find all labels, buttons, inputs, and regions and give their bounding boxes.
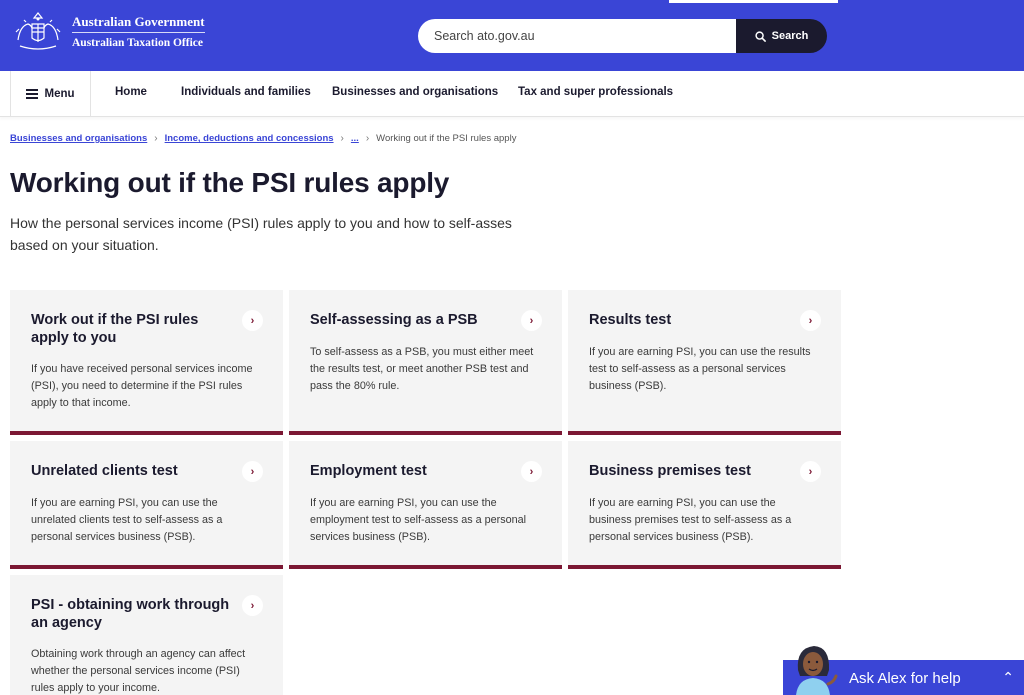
card-description: If you have received personal services i…: [31, 363, 253, 409]
search-form: Search: [418, 19, 827, 53]
hamburger-icon: [26, 89, 39, 99]
breadcrumb: Businesses and organisations › Income, d…: [10, 133, 516, 144]
breadcrumb-income-deductions[interactable]: Income, deductions and concessions: [165, 133, 334, 144]
menu-button[interactable]: Menu: [10, 71, 91, 117]
chevron-right-icon: ›: [800, 461, 821, 482]
logo-line-government: Australian Government: [72, 14, 205, 33]
ask-alex-label: Ask Alex for help: [849, 670, 961, 687]
card-title: Results test: [589, 312, 672, 328]
main-nav: Menu Home Individuals and families Busin…: [0, 71, 1024, 117]
site-header: Australian Government Australian Taxatio…: [0, 0, 1024, 71]
active-tab-indicator: [669, 0, 838, 3]
nav-individuals-and-families[interactable]: Individuals and families: [181, 86, 311, 98]
breadcrumb-separator: ›: [365, 133, 370, 144]
chevron-right-icon: ›: [242, 595, 263, 616]
breadcrumb-ellipsis[interactable]: ...: [351, 133, 359, 144]
card-description: To self-assess as a PSB, you must either…: [310, 346, 534, 392]
card-description: If you are earning PSI, you can use the …: [310, 497, 527, 543]
chevron-right-icon: ›: [242, 461, 263, 482]
breadcrumb-separator: ›: [340, 133, 344, 144]
card-psi-agency[interactable]: PSI - obtaining work through an agency O…: [10, 575, 283, 695]
breadcrumb-businesses[interactable]: Businesses and organisations: [10, 133, 147, 144]
nav-businesses-and-organisations[interactable]: Businesses and organisations: [332, 86, 498, 98]
card-business-premises-test[interactable]: Business premises test If you are earnin…: [568, 441, 841, 569]
card-description: Obtaining work through an agency can aff…: [31, 648, 246, 694]
nav-home[interactable]: Home: [115, 86, 147, 98]
coat-of-arms-icon: [15, 12, 61, 50]
card-title: Business premises test: [589, 463, 751, 479]
logo-line-ato: Australian Taxation Office: [72, 36, 203, 49]
card-self-assessing-psb[interactable]: Self-assessing as a PSB To self-assess a…: [289, 290, 562, 435]
card-title: Unrelated clients test: [31, 463, 178, 479]
card-description: If you are earning PSI, you can use the …: [589, 346, 811, 392]
search-button-label: Search: [771, 30, 809, 42]
chevron-right-icon: ›: [521, 461, 542, 482]
ato-logo[interactable]: Australian Government Australian Taxatio…: [10, 10, 205, 54]
menu-label: Menu: [44, 88, 75, 100]
chevron-right-icon: ›: [242, 310, 263, 331]
breadcrumb-current: Working out if the PSI rules apply: [376, 133, 517, 144]
chevron-up-icon: ⌃: [1002, 669, 1014, 685]
card-description: If you are earning PSI, you can use the …: [31, 497, 223, 543]
chevron-right-icon: ›: [800, 310, 821, 331]
nav-tax-and-super-professionals[interactable]: Tax and super professionals: [518, 86, 673, 98]
chevron-right-icon: ›: [521, 310, 542, 331]
search-icon: [755, 30, 766, 42]
card-description: If you are earning PSI, you can use the …: [589, 497, 792, 543]
card-work-out-psi-rules[interactable]: Work out if the PSI rules apply to you I…: [10, 290, 283, 435]
page-title: Working out if the PSI rules apply: [10, 167, 450, 198]
card-title: Employment test: [310, 463, 427, 479]
breadcrumb-separator: ›: [154, 133, 158, 144]
card-title: Work out if the PSI rules apply to you: [31, 312, 199, 346]
card-employment-test[interactable]: Employment test If you are earning PSI, …: [289, 441, 562, 569]
search-input[interactable]: [418, 19, 736, 53]
card-unrelated-clients-test[interactable]: Unrelated clients test If you are earnin…: [10, 441, 283, 569]
card-results-test[interactable]: Results test If you are earning PSI, you…: [568, 290, 841, 435]
search-button[interactable]: Search: [736, 19, 827, 53]
card-title: Self-assessing as a PSB: [310, 312, 478, 328]
alex-avatar-icon: [796, 646, 838, 695]
card-title: PSI - obtaining work through an agency: [31, 597, 230, 631]
page-intro: How the personal services income (PSI) r…: [10, 215, 512, 253]
